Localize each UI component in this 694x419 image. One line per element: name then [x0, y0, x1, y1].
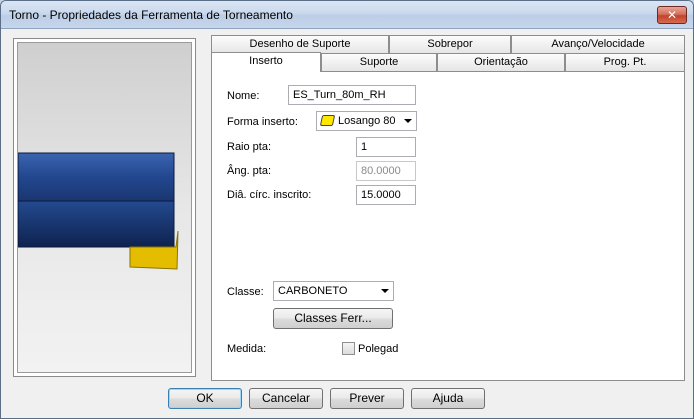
tab-suporte[interactable]: Suporte — [321, 53, 437, 71]
window-title: Torno - Propriedades da Ferramenta de To… — [9, 8, 293, 22]
inserto-panel: Nome: ES_Turn_80m_RH Forma inserto: Losa… — [211, 71, 685, 381]
ok-button[interactable]: OK — [168, 388, 242, 409]
class-dropdown[interactable]: CARBONETO — [273, 281, 394, 301]
radius-field[interactable]: 1 — [356, 137, 416, 157]
shape-label: Forma inserto: — [227, 116, 298, 128]
title-bar: Torno - Propriedades da Ferramenta de To… — [1, 1, 693, 29]
tab-orientacao[interactable]: Orientação — [437, 53, 565, 71]
preview-canvas — [17, 42, 192, 373]
class-label: Classe: — [227, 286, 264, 298]
radius-label: Raio pta: — [227, 141, 272, 153]
holder-shank-top — [18, 152, 175, 202]
cancel-button[interactable]: Cancelar — [249, 388, 323, 409]
angle-field: 80.0000 — [356, 161, 416, 181]
shape-value: Losango 80 — [338, 115, 396, 127]
chevron-down-icon — [381, 289, 389, 293]
chevron-down-icon — [404, 119, 412, 123]
name-field[interactable]: ES_Turn_80m_RH — [288, 85, 416, 105]
inscribed-circle-field[interactable]: 15.0000 — [356, 185, 416, 205]
tab-sobrepor[interactable]: Sobrepor — [389, 35, 511, 53]
classes-button[interactable]: Classes Ferr... — [273, 308, 393, 329]
angle-label: Âng. pta: — [227, 165, 272, 177]
tab-avanco-velocidade[interactable]: Avanço/Velocidade — [511, 35, 685, 53]
inscribed-circle-label: Diâ. círc. inscrito: — [227, 189, 312, 201]
tab-desenho-de-suporte[interactable]: Desenho de Suporte — [211, 35, 389, 53]
help-button[interactable]: Ajuda — [411, 388, 485, 409]
class-value: CARBONETO — [278, 285, 348, 297]
inch-label: Polegad — [358, 343, 399, 355]
tab-control: Desenho de Suporte Sobrepor Avanço/Veloc… — [211, 35, 685, 381]
dialog-window: Torno - Propriedades da Ferramenta de To… — [0, 0, 694, 419]
measure-label: Medida: — [227, 343, 267, 355]
name-label: Nome: — [227, 90, 260, 102]
holder-shank-bottom — [18, 200, 175, 248]
tab-inserto[interactable]: Inserto — [211, 52, 321, 72]
preview-button[interactable]: Prever — [330, 388, 404, 409]
shape-dropdown[interactable]: Losango 80 — [316, 111, 417, 131]
close-button[interactable]: ✕ — [657, 6, 687, 24]
tool-graphic — [18, 152, 179, 270]
tool-preview — [13, 38, 196, 377]
rhombus-shape-icon — [319, 115, 336, 126]
inch-checkbox[interactable] — [342, 342, 355, 355]
tab-prog-pt[interactable]: Prog. Pt. — [565, 53, 685, 71]
